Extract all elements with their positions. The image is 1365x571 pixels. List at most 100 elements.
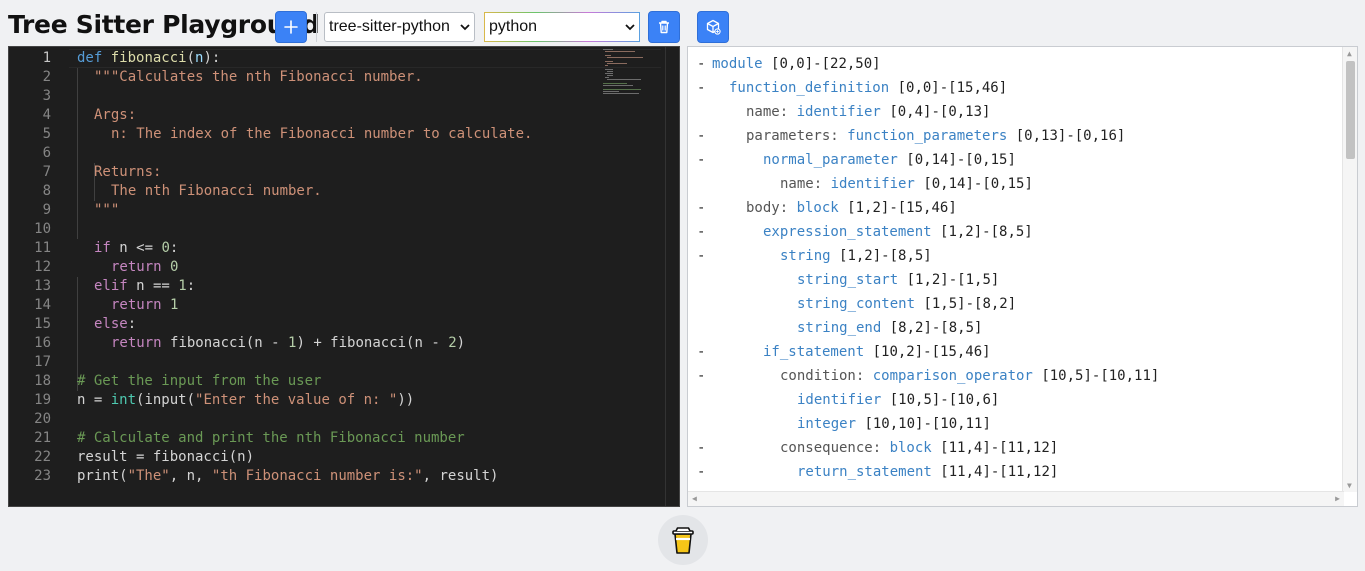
tree-node-type[interactable]: string_content: [797, 296, 915, 312]
code-token: Args:: [94, 107, 137, 123]
collapse-toggle[interactable]: -: [697, 340, 705, 364]
code-token: :: [127, 316, 137, 332]
tree-range: [1,2]-[8,5]: [940, 224, 1033, 240]
syntax-tree-panel[interactable]: - module [0,0]-[22,50] - function_definiti…: [687, 46, 1358, 507]
code-token: ): [456, 335, 466, 351]
tree-node-type[interactable]: string: [780, 248, 831, 264]
trash-icon: [659, 20, 669, 34]
tree-vertical-scrollbar[interactable]: ▲ ▼: [1342, 47, 1357, 492]
delete-button[interactable]: [648, 11, 680, 43]
collapse-toggle[interactable]: -: [697, 460, 705, 484]
collapse-toggle[interactable]: -: [697, 244, 705, 268]
code-token: fibonacci: [110, 50, 187, 66]
tree-range: [10,2]-[15,46]: [872, 344, 991, 360]
code-token: "th Fibonacci number is:": [211, 468, 423, 484]
minimap[interactable]: [603, 49, 659, 99]
tree-node-type[interactable]: identifier: [797, 392, 881, 408]
tree-node-type[interactable]: string_start: [797, 272, 898, 288]
line-number: 6: [42, 145, 51, 161]
scroll-up-icon[interactable]: ▲: [1347, 49, 1352, 58]
scroll-left-icon[interactable]: ◀: [692, 494, 697, 503]
code-token: "The": [127, 468, 170, 484]
code-token: (: [186, 50, 196, 66]
tree-field: consequence:: [780, 440, 890, 456]
tree-node-type[interactable]: function_parameters: [847, 128, 1007, 144]
code-token: "Enter the value of n: ": [195, 392, 398, 408]
tree-node-type[interactable]: block: [797, 200, 839, 216]
tree-node-type[interactable]: return_statement: [797, 464, 932, 480]
tree-range: [0,13]-[0,16]: [1015, 128, 1126, 144]
buy-me-a-coffee-button[interactable]: [658, 515, 708, 565]
code-token: :: [169, 240, 179, 256]
line-number: 23: [34, 468, 51, 484]
tree-node-type[interactable]: function_definition: [729, 80, 889, 96]
collapse-toggle[interactable]: -: [697, 436, 705, 460]
collapse-toggle[interactable]: -: [697, 76, 705, 100]
tree-node-type[interactable]: comparison_operator: [873, 368, 1033, 384]
collapse-toggle[interactable]: -: [697, 364, 705, 388]
code-token: # Get the input from the user: [77, 373, 322, 389]
tree-node-type[interactable]: integer: [797, 416, 856, 432]
code-token: int: [110, 392, 137, 408]
line-number: 2: [42, 69, 51, 85]
tree-node-type[interactable]: if_statement: [763, 344, 864, 360]
tree-range: [0,0]-[15,46]: [897, 80, 1008, 96]
tree-node-type[interactable]: string_end: [797, 320, 881, 336]
tree-horizontal-scrollbar[interactable]: ◀ ▶: [688, 491, 1344, 506]
line-number: 13: [34, 278, 51, 294]
tree-node-type[interactable]: expression_statement: [763, 224, 932, 240]
code-editor[interactable]: 1 def fibonacci(n): 2 """Calculates the nt…: [8, 46, 680, 507]
scroll-right-icon[interactable]: ▶: [1335, 494, 1340, 503]
scroll-down-icon[interactable]: ▼: [1347, 481, 1352, 490]
tree-range: [1,2]-[8,5]: [839, 248, 932, 264]
tree-node-type[interactable]: normal_parameter: [763, 152, 898, 168]
code-token: n: The index of the Fibonacci number to …: [111, 126, 533, 142]
line-number: 17: [34, 354, 51, 370]
line-number: 19: [34, 392, 51, 408]
collapse-toggle[interactable]: -: [697, 220, 705, 244]
scrollbar-thumb[interactable]: [1346, 61, 1355, 159]
add-button[interactable]: [275, 11, 307, 43]
tree-range: [11,4]-[11,12]: [940, 440, 1059, 456]
tree-range: [10,5]-[10,6]: [889, 392, 1000, 408]
tree-node-type[interactable]: block: [890, 440, 932, 456]
code-token: , result): [422, 468, 499, 484]
open-package-button[interactable]: [697, 11, 729, 43]
code-token: 2: [448, 335, 457, 351]
coffee-cup-icon: [672, 527, 694, 554]
language-select[interactable]: python: [484, 12, 640, 42]
line-number: 20: [34, 411, 51, 427]
parser-select[interactable]: tree-sitter-python: [324, 12, 475, 42]
tree-range: [11,4]-[11,12]: [940, 464, 1059, 480]
tree-node-type[interactable]: module: [712, 56, 763, 72]
line-number: 7: [42, 164, 51, 180]
code-token: n ==: [127, 278, 179, 294]
line-number: 16: [34, 335, 51, 351]
package-icon: [706, 19, 721, 35]
plus-icon: [284, 20, 298, 34]
code-token: # Calculate and print the nth Fibonacci …: [77, 430, 465, 446]
tree-range: [0,0]-[22,50]: [771, 56, 881, 72]
tree-range: [10,5]-[10,11]: [1041, 368, 1160, 384]
tree-range: [1,5]-[8,2]: [923, 296, 1017, 312]
tree-range: [10,10]-[10,11]: [864, 416, 991, 432]
collapse-toggle[interactable]: -: [697, 124, 705, 148]
code-token: :: [186, 278, 196, 294]
tree-range: [1,2]-[15,46]: [847, 200, 957, 216]
code-token: The nth Fibonacci number.: [111, 183, 322, 199]
collapse-toggle[interactable]: -: [697, 196, 705, 220]
code-token: def: [77, 50, 103, 66]
tree-node-type[interactable]: identifier: [797, 104, 881, 120]
collapse-toggle[interactable]: -: [697, 148, 705, 172]
code-token: print(: [77, 468, 128, 484]
collapse-toggle[interactable]: -: [697, 52, 705, 76]
tree-field: name:: [746, 104, 797, 120]
tree-node-type[interactable]: identifier: [831, 176, 915, 192]
code-token: , n,: [169, 468, 212, 484]
code-token: ):: [203, 50, 221, 66]
code-token: result = fibonacci(n): [77, 449, 255, 465]
parser-select-value: tree-sitter-python: [329, 18, 450, 35]
tree-range: [8,2]-[8,5]: [889, 320, 983, 336]
editor-scrollbar[interactable]: [665, 47, 679, 506]
line-number: 11: [34, 240, 51, 256]
